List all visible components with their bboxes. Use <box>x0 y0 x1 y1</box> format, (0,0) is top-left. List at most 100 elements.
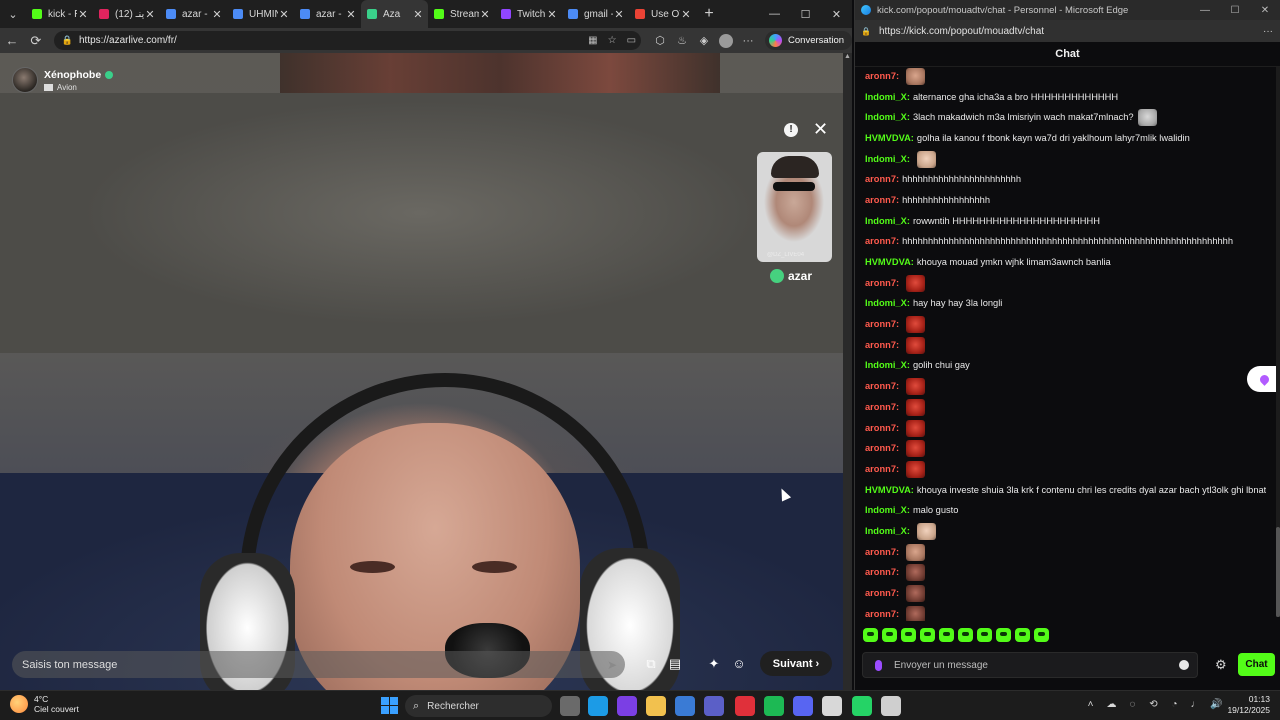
performance-icon[interactable]: ♨ <box>671 34 693 47</box>
chat-message[interactable]: aronn7: <box>865 583 1270 604</box>
chat-username[interactable]: HVMVDVA: <box>865 132 914 145</box>
chat-username[interactable]: Indomi_X: <box>865 359 910 372</box>
browser-tab[interactable]: azar - R✕ <box>160 0 227 28</box>
more-menu-icon[interactable]: ··· <box>1256 26 1280 37</box>
tab-close-icon[interactable]: ✕ <box>680 8 692 21</box>
tab-close-icon[interactable]: ✕ <box>613 8 625 21</box>
chat-message[interactable]: Indomi_X: alternance gha icha3a a bro HHH… <box>865 87 1270 108</box>
purple-app-icon[interactable] <box>617 696 637 716</box>
browser-tab[interactable]: Stream ✕ <box>428 0 495 28</box>
popup-url-bar[interactable]: 🔒 https://kick.com/popout/mouadtv/chat ·… <box>855 20 1280 42</box>
chat-message[interactable]: HVMVDVA: golha ila kanou f tbonk kayn wa7… <box>865 128 1270 149</box>
mic-icon[interactable]: ♩ <box>1185 699 1206 710</box>
chat-username[interactable]: aronn7: <box>865 546 899 559</box>
video-icon[interactable]: ▭ <box>627 35 636 46</box>
effects-icon[interactable]: ✦ <box>705 656 723 672</box>
tab-close-icon[interactable]: ✕ <box>278 8 290 21</box>
wifi-icon[interactable]: ◔ <box>1164 699 1185 710</box>
chat-username[interactable]: aronn7: <box>865 587 899 600</box>
scroll-up-icon[interactable]: ▲ <box>843 53 852 60</box>
network-icon[interactable]: ◌ <box>1122 699 1143 710</box>
chat-username[interactable]: aronn7: <box>865 318 899 331</box>
taskbar-search[interactable]: ⌕ Rechercher <box>405 695 552 717</box>
chat-username[interactable]: Indomi_X: <box>865 111 910 124</box>
chat-username[interactable]: Indomi_X: <box>865 504 910 517</box>
chat-message[interactable]: Indomi_X: <box>865 521 1270 542</box>
emote-button[interactable] <box>863 628 878 642</box>
sticker-icon[interactable]: ☺ <box>730 656 748 671</box>
edge-icon[interactable] <box>588 696 608 716</box>
chat-username[interactable]: aronn7: <box>865 422 899 435</box>
extension-icon[interactable]: ⬡ <box>649 34 671 47</box>
chat-message[interactable]: aronn7: <box>865 418 1270 439</box>
chat-username[interactable]: aronn7: <box>865 442 899 455</box>
browser-tab[interactable]: Aza ✕ <box>361 0 428 28</box>
maximize-button[interactable]: ☐ <box>790 0 821 28</box>
chat-message[interactable]: aronn7: hhhhhhhhhhhhhhhhhhhhhhhhhhhhhhhhh… <box>865 232 1270 253</box>
emote-button[interactable] <box>977 628 992 642</box>
chat-username[interactable]: aronn7: <box>865 401 899 414</box>
chat-username[interactable]: aronn7: <box>865 380 899 393</box>
chat-username[interactable]: Indomi_X: <box>865 215 910 228</box>
browser-tab[interactable]: UHMIN✕ <box>227 0 294 28</box>
tab-close-icon[interactable]: ✕ <box>144 8 156 21</box>
chat-message[interactable]: Indomi_X: rowwntih HHHHHHHHHHHHHHHHHHHHHH <box>865 211 1270 232</box>
gear-icon[interactable]: ⚙ <box>1215 657 1227 673</box>
store-icon[interactable] <box>675 696 695 716</box>
chat-username[interactable]: aronn7: <box>865 339 899 352</box>
emote-button[interactable] <box>939 628 954 642</box>
chat-message-list[interactable]: aronn7: Indomi_X: alternance gha icha3a a … <box>865 66 1270 621</box>
collections-icon[interactable]: ◈ <box>693 34 715 47</box>
chat-username[interactable]: HVMVDVA: <box>865 256 914 269</box>
chat-message[interactable]: aronn7: <box>865 314 1270 335</box>
chat-username[interactable]: aronn7: <box>865 463 899 476</box>
minimize-button[interactable]: — <box>759 0 790 28</box>
emote-button[interactable] <box>920 628 935 642</box>
emote-button[interactable] <box>958 628 973 642</box>
next-button[interactable]: Suivant › <box>760 651 832 676</box>
screen-icon[interactable]: ⧉ <box>642 656 660 672</box>
clock[interactable]: 01:13 19/12/2025 <box>1222 694 1270 716</box>
close-icon[interactable]: ✕ <box>813 119 828 140</box>
page-scrollbar[interactable]: ▲ <box>843 53 852 690</box>
chat-username[interactable]: Indomi_X: <box>865 525 910 538</box>
chat-message[interactable]: Indomi_X: <box>865 149 1270 170</box>
tab-close-icon[interactable]: ✕ <box>345 8 357 21</box>
popup-maximize-button[interactable]: ☐ <box>1220 5 1250 16</box>
file-explorer-icon[interactable] <box>646 696 666 716</box>
chat-username[interactable]: aronn7: <box>865 70 899 83</box>
profile-avatar[interactable] <box>719 33 734 48</box>
chat-username[interactable]: aronn7: <box>865 235 899 248</box>
conversation-button[interactable]: Conversation <box>765 31 853 50</box>
whatsapp-icon[interactable] <box>852 696 872 716</box>
chat-message[interactable]: aronn7: <box>865 438 1270 459</box>
discord-icon[interactable] <box>793 696 813 716</box>
chat-username[interactable]: Indomi_X: <box>865 91 910 104</box>
chat-username[interactable]: aronn7: <box>865 194 899 207</box>
chat-username[interactable]: HVMVDVA: <box>865 484 914 497</box>
chat-message[interactable]: Indomi_X: 3lach makadwich m3a lmisriyin w… <box>865 107 1270 128</box>
peer-user-info[interactable]: Xénophobe Avion <box>12 67 114 93</box>
spotify-icon[interactable] <box>764 696 784 716</box>
chat-message[interactable]: aronn7: <box>865 66 1270 87</box>
chat-input[interactable]: Envoyer un message <box>862 652 1198 678</box>
apps-icon[interactable]: ▦ <box>588 35 597 46</box>
chat-message[interactable]: aronn7: <box>865 542 1270 563</box>
chat-message[interactable]: aronn7: hhhhhhhhhhhhhhhhh <box>865 190 1270 211</box>
browser-tab[interactable]: azar - R✕ <box>294 0 361 28</box>
favorite-icon[interactable]: ☆ <box>608 35 617 46</box>
sync-icon[interactable]: ⟲ <box>1143 699 1164 710</box>
chat-message[interactable]: aronn7: <box>865 273 1270 294</box>
teams-icon[interactable] <box>704 696 724 716</box>
windows-start-icon[interactable] <box>381 697 398 714</box>
new-tab-button[interactable]: + <box>696 5 722 23</box>
chat-message[interactable]: aronn7: <box>865 459 1270 480</box>
chat-message[interactable]: aronn7: <box>865 397 1270 418</box>
emote-button[interactable] <box>882 628 897 642</box>
tab-close-icon[interactable]: ✕ <box>412 8 424 21</box>
chat-username[interactable]: aronn7: <box>865 608 899 621</box>
more-menu-icon[interactable]: ··· <box>737 35 759 47</box>
emoji-icon[interactable] <box>1179 660 1189 670</box>
chevron-up-icon[interactable]: ˄ <box>1080 699 1101 710</box>
send-icon[interactable]: ➤ <box>607 658 617 672</box>
